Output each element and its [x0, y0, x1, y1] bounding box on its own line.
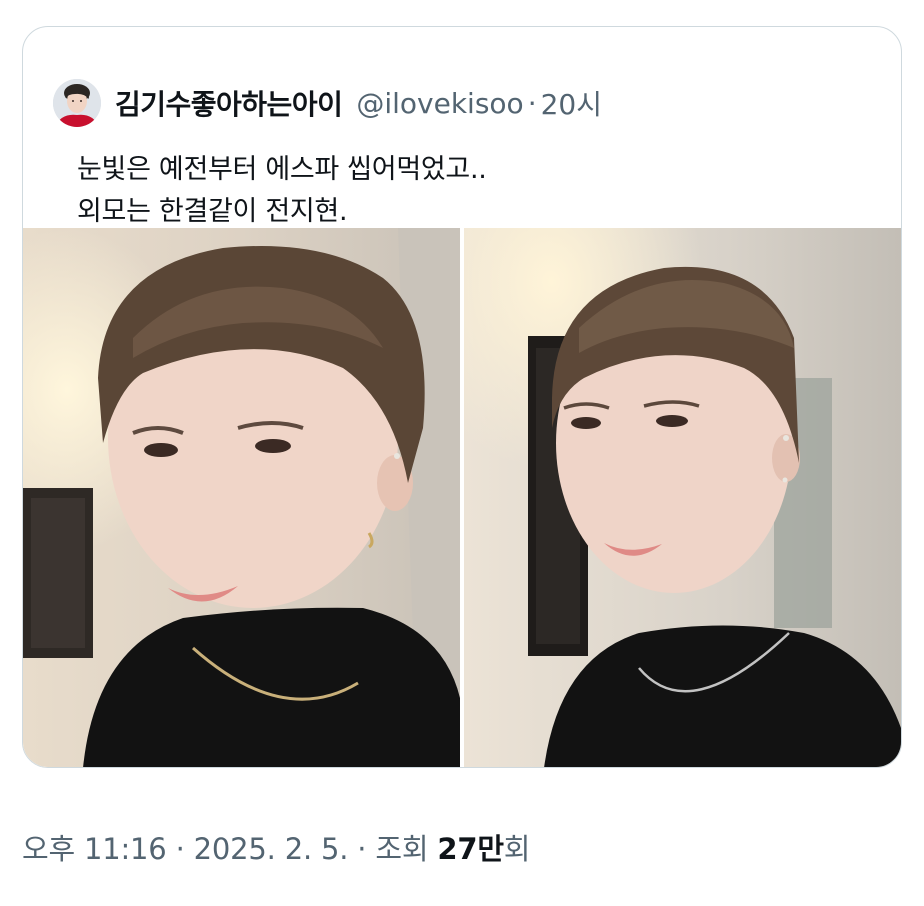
media-grid — [23, 228, 901, 767]
photo-left[interactable] — [23, 228, 460, 767]
author-handle[interactable]: @ilovekisoo — [356, 87, 523, 120]
tweet-text-line: 눈빛은 예전부터 에스파 씹어먹었고.. — [77, 154, 487, 185]
post-timestamp[interactable]: 20시 — [541, 83, 602, 123]
quoted-tweet-text: 눈빛은 예전부터 에스파 씹어먹었고.. 외모는 한결같이 전지현. — [77, 149, 487, 233]
photo-icon — [464, 228, 901, 767]
separator-dot: · — [175, 832, 185, 866]
tweet-page: 김기수좋아하는아이 @ilovekisoo · 20시 눈빛은 예전부터 에스파… — [0, 0, 924, 906]
photo-icon — [23, 228, 460, 767]
avatar-icon — [53, 79, 101, 127]
views-count[interactable]: 27만 — [437, 832, 504, 866]
post-time[interactable]: 오후 11:16 — [22, 832, 167, 866]
views-suffix: 회 — [503, 832, 531, 866]
quoted-tweet-card[interactable]: 김기수좋아하는아이 @ilovekisoo · 20시 눈빛은 예전부터 에스파… — [22, 26, 902, 768]
separator-dot: · — [357, 832, 367, 866]
quoted-tweet-header: 김기수좋아하는아이 @ilovekisoo · 20시 — [53, 79, 602, 127]
separator-dot: · — [527, 86, 537, 120]
tweet-meta: 오후 11:16 · 2025. 2. 5. · 조회 27만회 — [22, 826, 530, 868]
tweet-text-line: 외모는 한결같이 전지현. — [77, 196, 348, 227]
photo-right[interactable] — [464, 228, 901, 767]
post-date[interactable]: 2025. 2. 5. — [194, 832, 349, 866]
views-label: 조회 — [375, 832, 429, 866]
avatar[interactable] — [53, 79, 101, 127]
author-name[interactable]: 김기수좋아하는아이 — [115, 83, 343, 123]
